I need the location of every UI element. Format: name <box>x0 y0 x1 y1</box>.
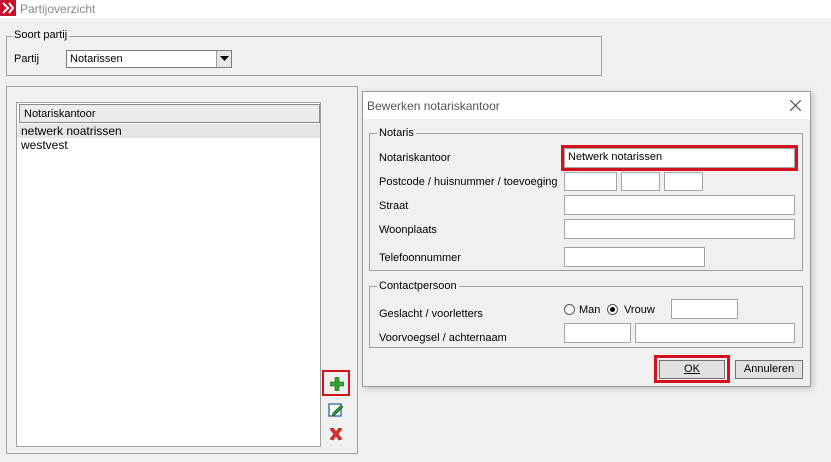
dialog-titlebar: Bewerken notariskantoor <box>363 92 810 119</box>
notariskantoor-value: Netwerk notarissen <box>568 151 663 163</box>
radio-vrouw[interactable] <box>607 304 618 315</box>
voorvoegsel-label: Voorvoegsel / achternaam <box>379 332 507 344</box>
postcode-label: Postcode / huisnummer / toevoeging <box>379 176 558 188</box>
toevoeging-field[interactable] <box>664 172 703 191</box>
ok-button[interactable]: OK <box>659 360 725 379</box>
edit-icon <box>328 403 344 417</box>
straat-field[interactable] <box>564 195 795 215</box>
edit-notariskantoor-dialog: Bewerken notariskantoor Notaris Notarisk… <box>362 91 811 387</box>
geslacht-label: Geslacht / voorletters <box>379 308 483 320</box>
huisnummer-field[interactable] <box>621 172 660 191</box>
notariskantoor-list[interactable]: Notariskantoor netwerk noatrissen westve… <box>16 102 321 447</box>
partij-label: Partij <box>14 53 40 65</box>
ok-button-label: OK <box>684 363 700 375</box>
add-button[interactable] <box>322 370 350 396</box>
delete-button[interactable] <box>326 424 346 444</box>
plus-icon <box>330 377 344 391</box>
notariskantoor-field[interactable]: Netwerk notarissen <box>564 148 795 168</box>
partij-select-value: Notarissen <box>70 53 123 65</box>
notariskantoor-label: Notariskantoor <box>379 152 451 164</box>
voorvoegsel-field[interactable] <box>564 323 631 343</box>
window-titlebar: Partijoverzicht <box>0 0 831 18</box>
cancel-button-label: Annuleren <box>743 363 795 375</box>
list-rows: netwerk noatrissen westvest <box>18 124 320 152</box>
app-logo-icon <box>0 0 16 16</box>
notaris-group-label: Notaris <box>377 127 416 139</box>
list-column-header[interactable]: Notariskantoor <box>19 104 320 123</box>
list-item[interactable]: netwerk noatrissen <box>18 124 320 138</box>
list-item[interactable]: westvest <box>18 138 320 152</box>
telefoon-label: Telefoonnummer <box>379 252 461 264</box>
achternaam-field[interactable] <box>635 323 795 343</box>
voorletters-field[interactable] <box>671 299 738 319</box>
straat-label: Straat <box>379 200 409 212</box>
partij-dropdown-button[interactable] <box>216 51 231 67</box>
cancel-button[interactable]: Annuleren <box>735 360 803 379</box>
woonplaats-label: Woonplaats <box>379 224 437 236</box>
telefoon-field[interactable] <box>564 247 705 267</box>
edit-button[interactable] <box>326 400 346 420</box>
partij-select[interactable]: Notarissen <box>66 50 232 68</box>
postcode-field[interactable] <box>564 172 617 191</box>
dialog-title: Bewerken notariskantoor <box>367 99 500 113</box>
radio-man[interactable] <box>564 304 575 315</box>
close-icon[interactable] <box>790 100 801 111</box>
soort-partij-label: Soort partij <box>12 29 70 41</box>
radio-man-label: Man <box>579 304 601 316</box>
radio-selected-dot <box>610 307 615 312</box>
window-title: Partijoverzicht <box>20 2 96 16</box>
list-header-label: Notariskantoor <box>24 108 96 120</box>
chevron-down-icon <box>220 56 229 61</box>
contactpersoon-group-label: Contactpersoon <box>377 280 459 292</box>
delete-icon <box>329 427 343 441</box>
radio-vrouw-label: Vrouw <box>624 304 655 316</box>
woonplaats-field[interactable] <box>564 219 795 239</box>
